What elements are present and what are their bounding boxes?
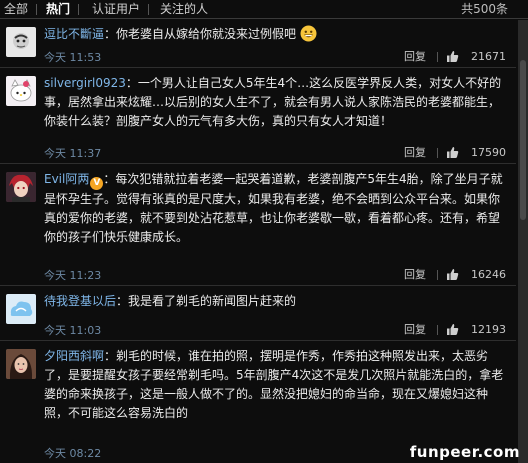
tab-following[interactable]: 关注的人 [160, 0, 208, 18]
watermark: funpeer.com [409, 443, 520, 461]
comment-body: 逗比不斷逼：你老婆自从嫁给你就没来过例假吧 [44, 25, 510, 48]
avatar[interactable] [6, 27, 36, 57]
like-count: 16246 [471, 268, 506, 281]
tab-verified[interactable]: 认证用户 [92, 0, 140, 18]
comment-body: silvergirl0923：一个男人让自己女人5年生4个…这么反医学界反人类，… [44, 74, 510, 131]
comment-username[interactable]: silvergirl0923 [44, 76, 126, 90]
reply-button[interactable]: 回复 [404, 322, 426, 338]
comment-time: 今天 11:37 [44, 147, 102, 160]
comment-time: 今天 11:03 [44, 324, 102, 337]
comment-username[interactable]: 夕阳西斜啊 [44, 349, 104, 363]
tab-hot[interactable]: 热门 [46, 0, 70, 18]
comment-panel: 全部 热门 认证用户 关注的人 共500条 逗比不斷逼：你老婆自从嫁给你就没来过… [0, 0, 528, 463]
avatar[interactable] [6, 294, 36, 324]
comment-actions: 回复 21671 [366, 49, 506, 65]
comment-actions: 回复 17590 [366, 145, 506, 161]
like-count: 17590 [471, 146, 506, 159]
avatar[interactable] [6, 76, 36, 106]
action-divider [437, 148, 438, 158]
verified-badge-icon: V [90, 177, 104, 190]
comment-filter-tabs: 全部 热门 认证用户 关注的人 共500条 [0, 0, 528, 19]
comment-body: 夕阳西斜啊：剃毛的时候，谁在拍的照，摆明是作秀，作秀拍这种照发出来，太恶劣了，是… [44, 347, 510, 423]
thumbs-up-icon [447, 324, 459, 335]
reply-button[interactable]: 回复 [404, 49, 426, 65]
avatar[interactable] [6, 349, 36, 379]
tab-divider [148, 4, 149, 15]
comment-text: ：剃毛的时候，谁在拍的照，摆明是作秀，作秀拍这种照发出来，太恶劣了，是要提醒女孩… [44, 349, 504, 420]
like-count: 21671 [471, 50, 506, 63]
comment-count: 共500条 [461, 2, 508, 16]
action-divider [437, 270, 438, 280]
scrollbar-thumb[interactable] [520, 60, 526, 220]
like-count: 12193 [471, 323, 506, 336]
comment-actions: 回复 16246 [366, 267, 506, 283]
reply-button[interactable]: 回复 [404, 145, 426, 161]
comment-username[interactable]: 逗比不斷逼 [44, 27, 104, 41]
comment-time: 今天 11:23 [44, 269, 102, 282]
action-divider [437, 325, 438, 335]
comment-username[interactable]: 待我登基以后 [44, 294, 116, 308]
thumbs-up-icon [447, 51, 459, 62]
tab-all[interactable]: 全部 [4, 0, 28, 18]
comment-body: Evil阿两 V ：每次犯错就拉着老婆一起哭着道歉，老婆剖腹产5年生4胎，除了坐月子… [44, 170, 510, 247]
reply-button[interactable]: 回复 [404, 267, 426, 283]
comment-item: silvergirl0923：一个男人让自己女人5年生4个…这么反医学界反人类，… [0, 69, 516, 164]
thumbs-up-icon [447, 147, 459, 158]
scrollbar[interactable] [518, 20, 528, 463]
comment-time: 今天 08:22 [44, 447, 102, 460]
comment-body: 待我登基以后：我是看了剃毛的新闻图片赶来的 [44, 292, 510, 311]
comment-item: Evil阿两 V ：每次犯错就拉着老婆一起哭着道歉，老婆剖腹产5年生4胎，除了坐月子… [0, 165, 516, 286]
comment-text: ：你老婆自从嫁给你就没来过例假吧 [104, 27, 297, 41]
comment-username[interactable]: Evil阿两 [44, 172, 89, 186]
comment-item: 待我登基以后：我是看了剃毛的新闻图片赶来的 今天 11:03 回复 12193 [0, 287, 516, 341]
action-divider [437, 52, 438, 62]
comment-actions: 回复 12193 [366, 322, 506, 338]
grin-emoji-icon [300, 25, 317, 48]
comment-time: 今天 11:53 [44, 51, 102, 64]
avatar[interactable] [6, 172, 36, 202]
comment-item: 逗比不斷逼：你老婆自从嫁给你就没来过例假吧 今天 11:53 回复 21671 [0, 20, 516, 68]
comment-text: ：每次犯错就拉着老婆一起哭着道歉，老婆剖腹产5年生4胎，除了坐月子就是怀孕生子。… [44, 172, 503, 244]
comment-text: ：我是看了剃毛的新闻图片赶来的 [116, 294, 297, 308]
thumbs-up-icon [447, 269, 459, 280]
tab-divider [78, 4, 79, 15]
tab-divider [36, 4, 37, 15]
